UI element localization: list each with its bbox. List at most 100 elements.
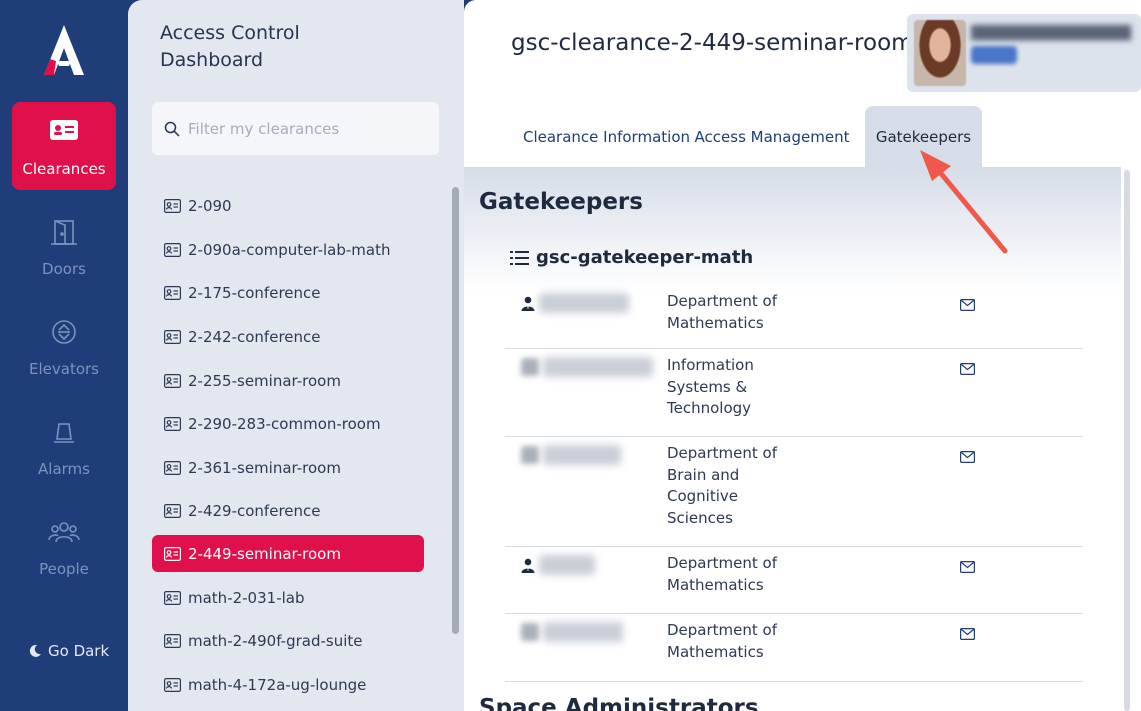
- clearance-list-item-label: 2-090: [188, 196, 232, 215]
- gatekeeper-department: Information Systems & Technology: [667, 356, 754, 417]
- clearance-list-item[interactable]: 2-090: [152, 187, 424, 224]
- elevator-icon: [12, 318, 116, 350]
- id-card-icon: [164, 198, 181, 213]
- clearance-list-item-label: 2-290-283-common-room: [188, 414, 381, 433]
- id-card-icon: [164, 242, 181, 257]
- person-icon: [521, 296, 535, 311]
- people-icon: [12, 518, 116, 550]
- user-role-badge: [971, 46, 1017, 64]
- clearance-list-item[interactable]: 2-429-conference: [152, 492, 424, 529]
- gatekeeper-row: Department of Mathematics: [505, 614, 1083, 682]
- filter-box: [152, 102, 439, 155]
- next-section-heading: Space Administrators: [479, 695, 759, 711]
- nav-label: Elevators: [29, 360, 99, 378]
- redacted-name: [539, 293, 629, 313]
- clearance-list-item[interactable]: 2-361-seminar-room: [152, 449, 424, 486]
- clearance-list-item[interactable]: math-2-031-lab: [152, 579, 424, 616]
- clearance-list-item[interactable]: 2-175-conference: [152, 274, 424, 311]
- clearance-list-item-label: 2-175-conference: [188, 283, 321, 302]
- gatekeeper-name-redacted: [521, 293, 629, 313]
- clearance-list-item-label: math-4-172a-ug-lounge: [188, 675, 367, 694]
- clearance-title: gsc-clearance-2-449-seminar-room: [511, 30, 914, 56]
- email-icon[interactable]: [960, 296, 976, 315]
- avatar: [521, 358, 539, 376]
- alarm-icon: [12, 418, 116, 450]
- door-icon: [12, 218, 116, 250]
- filter-input[interactable]: [188, 119, 428, 138]
- clearance-list-item[interactable]: 2-090a-computer-lab-math: [152, 231, 424, 268]
- moon-icon: [29, 644, 41, 657]
- redacted-name: [543, 622, 623, 642]
- gatekeeper-group-heading: gsc-gatekeeper-math: [510, 247, 753, 268]
- email-icon[interactable]: [960, 558, 976, 577]
- nav-item-alarms[interactable]: Alarms: [12, 402, 116, 490]
- clearance-list-item-label: 2-242-conference: [188, 327, 321, 346]
- tab-clearance-information[interactable]: Clearance Information: [499, 106, 714, 167]
- user-name-redacted: ████████████████: [971, 26, 1131, 41]
- id-card-icon: [164, 503, 181, 518]
- clearance-list-item[interactable]: 2-290-283-common-room: [152, 405, 424, 442]
- nav-label: Clearances: [22, 160, 106, 178]
- id-card-icon: [164, 546, 181, 561]
- gatekeeper-row: Department of Brain and Cognitive Scienc…: [505, 437, 1083, 547]
- id-card-icon: [164, 677, 181, 692]
- avatar: [521, 623, 539, 641]
- tab-bar: Clearance Information Access Management …: [464, 106, 1141, 167]
- clearance-list-item[interactable]: math-4-172a-ug-lounge: [152, 666, 424, 703]
- nav-item-elevators[interactable]: Elevators: [12, 302, 116, 390]
- clearance-list-item-label: 2-255-seminar-room: [188, 371, 341, 390]
- clearance-list-item[interactable]: 2-449-seminar-room: [152, 535, 424, 572]
- id-card-icon: [164, 329, 181, 344]
- email-icon[interactable]: [960, 360, 976, 379]
- gatekeeper-department: Department of Mathematics: [667, 292, 777, 332]
- clearance-list-item-label: math-2-031-lab: [188, 588, 305, 607]
- clearance-detail-panel: gsc-clearance-2-449-seminar-room ███████…: [464, 0, 1141, 711]
- clearance-list-item-label: 2-361-seminar-room: [188, 458, 341, 477]
- nav-item-doors[interactable]: Doors: [12, 202, 116, 290]
- tab-access-management[interactable]: Access Management: [694, 106, 850, 167]
- gatekeepers-content: Gatekeepers gsc-gatekeeper-math Departme…: [464, 167, 1121, 711]
- gatekeeper-row: Department of Mathematics: [505, 285, 1083, 349]
- id-card-icon: [164, 460, 181, 475]
- clearance-list-item-label: math-2-490f-grad-suite: [188, 631, 363, 650]
- clearance-list-item[interactable]: 2-255-seminar-room: [152, 362, 424, 399]
- gatekeeper-row: Department of Mathematics: [505, 547, 1083, 614]
- clearance-sidebar: Access Control Dashboard 2-090 2-090a-com…: [128, 0, 464, 711]
- email-icon[interactable]: [960, 625, 976, 644]
- go-dark-toggle[interactable]: Go Dark: [28, 642, 109, 660]
- id-card-icon: [164, 285, 181, 300]
- gatekeeper-name-redacted: [521, 357, 653, 377]
- clearance-list-item[interactable]: 2-242-conference: [152, 318, 424, 355]
- sidebar-scrollbar[interactable]: [452, 187, 459, 634]
- search-icon: [164, 121, 180, 137]
- email-icon[interactable]: [960, 448, 976, 467]
- clearance-list-item-label: 2-429-conference: [188, 501, 321, 520]
- redacted-name: [543, 445, 621, 465]
- app-logo[interactable]: [40, 24, 88, 76]
- person-icon: [521, 558, 535, 573]
- nav-label: Alarms: [38, 460, 90, 478]
- nav-item-people[interactable]: People: [12, 502, 116, 590]
- nav-label: Doors: [42, 260, 86, 278]
- clearance-list-item-label: 2-090a-computer-lab-math: [188, 240, 391, 259]
- tab-gatekeepers[interactable]: Gatekeepers: [865, 106, 982, 167]
- list-icon: [510, 250, 529, 265]
- gatekeeper-name-redacted: [521, 622, 623, 642]
- clearance-list-item-label: 2-449-seminar-room: [188, 544, 341, 563]
- gatekeeper-row: Information Systems & Technology: [505, 349, 1083, 437]
- id-card-icon: [12, 118, 116, 150]
- avatar: [521, 446, 539, 464]
- user-card[interactable]: ████████████████: [907, 14, 1141, 92]
- gatekeeper-department: Department of Mathematics: [667, 554, 777, 594]
- go-dark-label: Go Dark: [48, 642, 110, 660]
- clearance-list-item[interactable]: math-2-490f-grad-suite: [152, 622, 424, 659]
- nav-item-clearances[interactable]: Clearances: [12, 102, 116, 190]
- group-name: gsc-gatekeeper-math: [536, 247, 754, 268]
- redacted-name: [543, 357, 653, 377]
- gatekeeper-name-redacted: [521, 445, 621, 465]
- id-card-icon: [164, 590, 181, 605]
- nav-label: People: [39, 560, 89, 578]
- gatekeeper-department: Department of Mathematics: [667, 621, 777, 661]
- redacted-name: [539, 555, 595, 575]
- content-scrollbar[interactable]: [1124, 170, 1130, 711]
